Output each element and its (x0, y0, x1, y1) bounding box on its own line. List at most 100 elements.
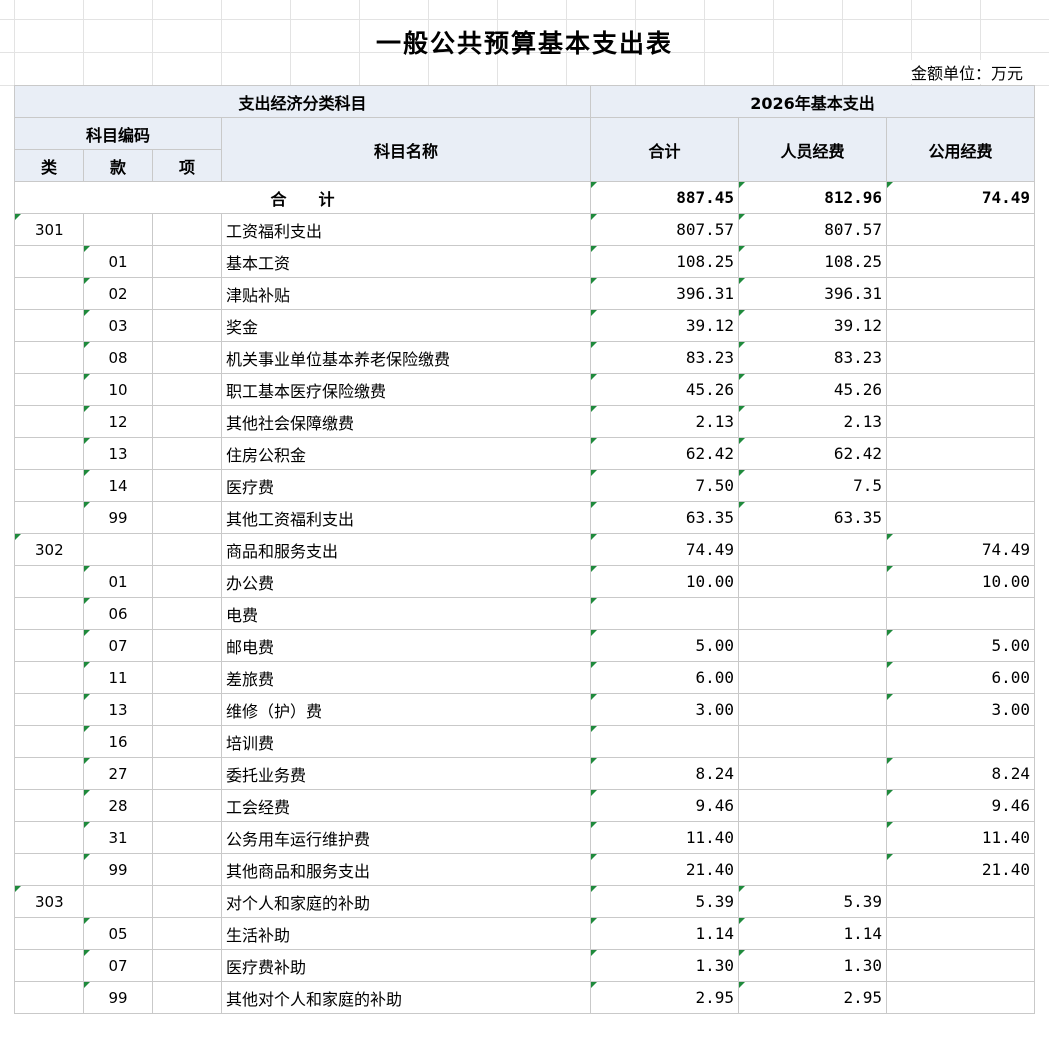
row-public-cell[interactable] (886, 597, 1035, 630)
row-xiang-cell[interactable] (152, 597, 222, 630)
row-subject-name[interactable]: 工会经费 (221, 789, 591, 822)
row-xiang-cell[interactable] (152, 437, 222, 470)
row-total-cell[interactable]: 8.24 (590, 757, 739, 790)
row-lei-cell[interactable] (14, 437, 84, 470)
row-total-cell[interactable]: 6.00 (590, 661, 739, 694)
row-kuan-cell[interactable]: 14 (83, 469, 153, 502)
row-personnel-cell[interactable] (738, 725, 887, 758)
row-kuan-cell[interactable]: 27 (83, 757, 153, 790)
row-subject-name[interactable]: 商品和服务支出 (221, 533, 591, 566)
row-public-cell[interactable] (886, 277, 1035, 310)
row-total-cell[interactable]: 10.00 (590, 565, 739, 598)
row-kuan-cell[interactable]: 01 (83, 565, 153, 598)
row-xiang-cell[interactable] (152, 981, 222, 1014)
row-lei-cell[interactable] (14, 757, 84, 790)
row-public-cell[interactable]: 11.40 (886, 821, 1035, 854)
row-public-cell[interactable]: 3.00 (886, 693, 1035, 726)
row-total-cell[interactable]: 5.00 (590, 629, 739, 662)
row-xiang-cell[interactable] (152, 917, 222, 950)
row-total-cell[interactable]: 396.31 (590, 277, 739, 310)
row-xiang-cell[interactable] (152, 277, 222, 310)
total-amount[interactable]: 887.45 (590, 181, 739, 214)
total-personnel[interactable]: 812.96 (738, 181, 887, 214)
row-personnel-cell[interactable] (738, 789, 887, 822)
row-subject-name[interactable]: 维修（护）费 (221, 693, 591, 726)
row-xiang-cell[interactable] (152, 821, 222, 854)
row-lei-cell[interactable] (14, 853, 84, 886)
row-subject-name[interactable]: 其他对个人和家庭的补助 (221, 981, 591, 1014)
row-public-cell[interactable] (886, 949, 1035, 982)
row-personnel-cell[interactable]: 7.5 (738, 469, 887, 502)
row-lei-cell[interactable] (14, 565, 84, 598)
row-lei-cell[interactable] (14, 245, 84, 278)
row-lei-cell[interactable]: 302 (14, 533, 84, 566)
row-public-cell[interactable] (886, 341, 1035, 374)
row-kuan-cell[interactable]: 28 (83, 789, 153, 822)
row-public-cell[interactable]: 8.24 (886, 757, 1035, 790)
row-personnel-cell[interactable]: 39.12 (738, 309, 887, 342)
row-subject-name[interactable]: 其他商品和服务支出 (221, 853, 591, 886)
row-total-cell[interactable]: 83.23 (590, 341, 739, 374)
row-xiang-cell[interactable] (152, 213, 222, 246)
row-total-cell[interactable]: 1.30 (590, 949, 739, 982)
row-kuan-cell[interactable]: 10 (83, 373, 153, 406)
row-personnel-cell[interactable] (738, 853, 887, 886)
row-subject-name[interactable]: 医疗费补助 (221, 949, 591, 982)
row-xiang-cell[interactable] (152, 629, 222, 662)
row-lei-cell[interactable] (14, 405, 84, 438)
row-xiang-cell[interactable] (152, 949, 222, 982)
row-total-cell[interactable]: 7.50 (590, 469, 739, 502)
row-public-cell[interactable] (886, 213, 1035, 246)
row-total-cell[interactable]: 63.35 (590, 501, 739, 534)
row-public-cell[interactable]: 9.46 (886, 789, 1035, 822)
row-lei-cell[interactable] (14, 629, 84, 662)
row-subject-name[interactable]: 工资福利支出 (221, 213, 591, 246)
row-lei-cell[interactable] (14, 373, 84, 406)
row-lei-cell[interactable] (14, 661, 84, 694)
row-lei-cell[interactable] (14, 341, 84, 374)
row-total-cell[interactable]: 1.14 (590, 917, 739, 950)
row-kuan-cell[interactable]: 07 (83, 949, 153, 982)
row-personnel-cell[interactable]: 2.13 (738, 405, 887, 438)
row-total-cell[interactable] (590, 597, 739, 630)
row-lei-cell[interactable] (14, 949, 84, 982)
row-xiang-cell[interactable] (152, 661, 222, 694)
row-kuan-cell[interactable]: 99 (83, 853, 153, 886)
row-public-cell[interactable] (886, 981, 1035, 1014)
row-subject-name[interactable]: 机关事业单位基本养老保险缴费 (221, 341, 591, 374)
row-public-cell[interactable] (886, 885, 1035, 918)
row-xiang-cell[interactable] (152, 373, 222, 406)
row-subject-name[interactable]: 其他工资福利支出 (221, 501, 591, 534)
row-kuan-cell[interactable]: 06 (83, 597, 153, 630)
row-xiang-cell[interactable] (152, 405, 222, 438)
row-subject-name[interactable]: 委托业务费 (221, 757, 591, 790)
row-personnel-cell[interactable] (738, 821, 887, 854)
row-public-cell[interactable]: 74.49 (886, 533, 1035, 566)
row-lei-cell[interactable] (14, 725, 84, 758)
row-kuan-cell[interactable] (83, 213, 153, 246)
row-personnel-cell[interactable]: 62.42 (738, 437, 887, 470)
row-lei-cell[interactable] (14, 277, 84, 310)
row-total-cell[interactable]: 74.49 (590, 533, 739, 566)
row-lei-cell[interactable] (14, 981, 84, 1014)
row-kuan-cell[interactable]: 11 (83, 661, 153, 694)
row-kuan-cell[interactable]: 07 (83, 629, 153, 662)
row-xiang-cell[interactable] (152, 533, 222, 566)
row-public-cell[interactable]: 5.00 (886, 629, 1035, 662)
row-public-cell[interactable] (886, 437, 1035, 470)
row-total-cell[interactable]: 2.95 (590, 981, 739, 1014)
row-public-cell[interactable]: 21.40 (886, 853, 1035, 886)
row-personnel-cell[interactable] (738, 597, 887, 630)
row-public-cell[interactable]: 6.00 (886, 661, 1035, 694)
row-kuan-cell[interactable]: 13 (83, 693, 153, 726)
row-subject-name[interactable]: 奖金 (221, 309, 591, 342)
row-xiang-cell[interactable] (152, 341, 222, 374)
row-lei-cell[interactable] (14, 917, 84, 950)
row-total-cell[interactable]: 3.00 (590, 693, 739, 726)
row-subject-name[interactable]: 基本工资 (221, 245, 591, 278)
row-xiang-cell[interactable] (152, 245, 222, 278)
row-lei-cell[interactable] (14, 789, 84, 822)
row-total-cell[interactable]: 807.57 (590, 213, 739, 246)
total-label[interactable]: 合 计 (14, 181, 591, 214)
row-total-cell[interactable]: 45.26 (590, 373, 739, 406)
